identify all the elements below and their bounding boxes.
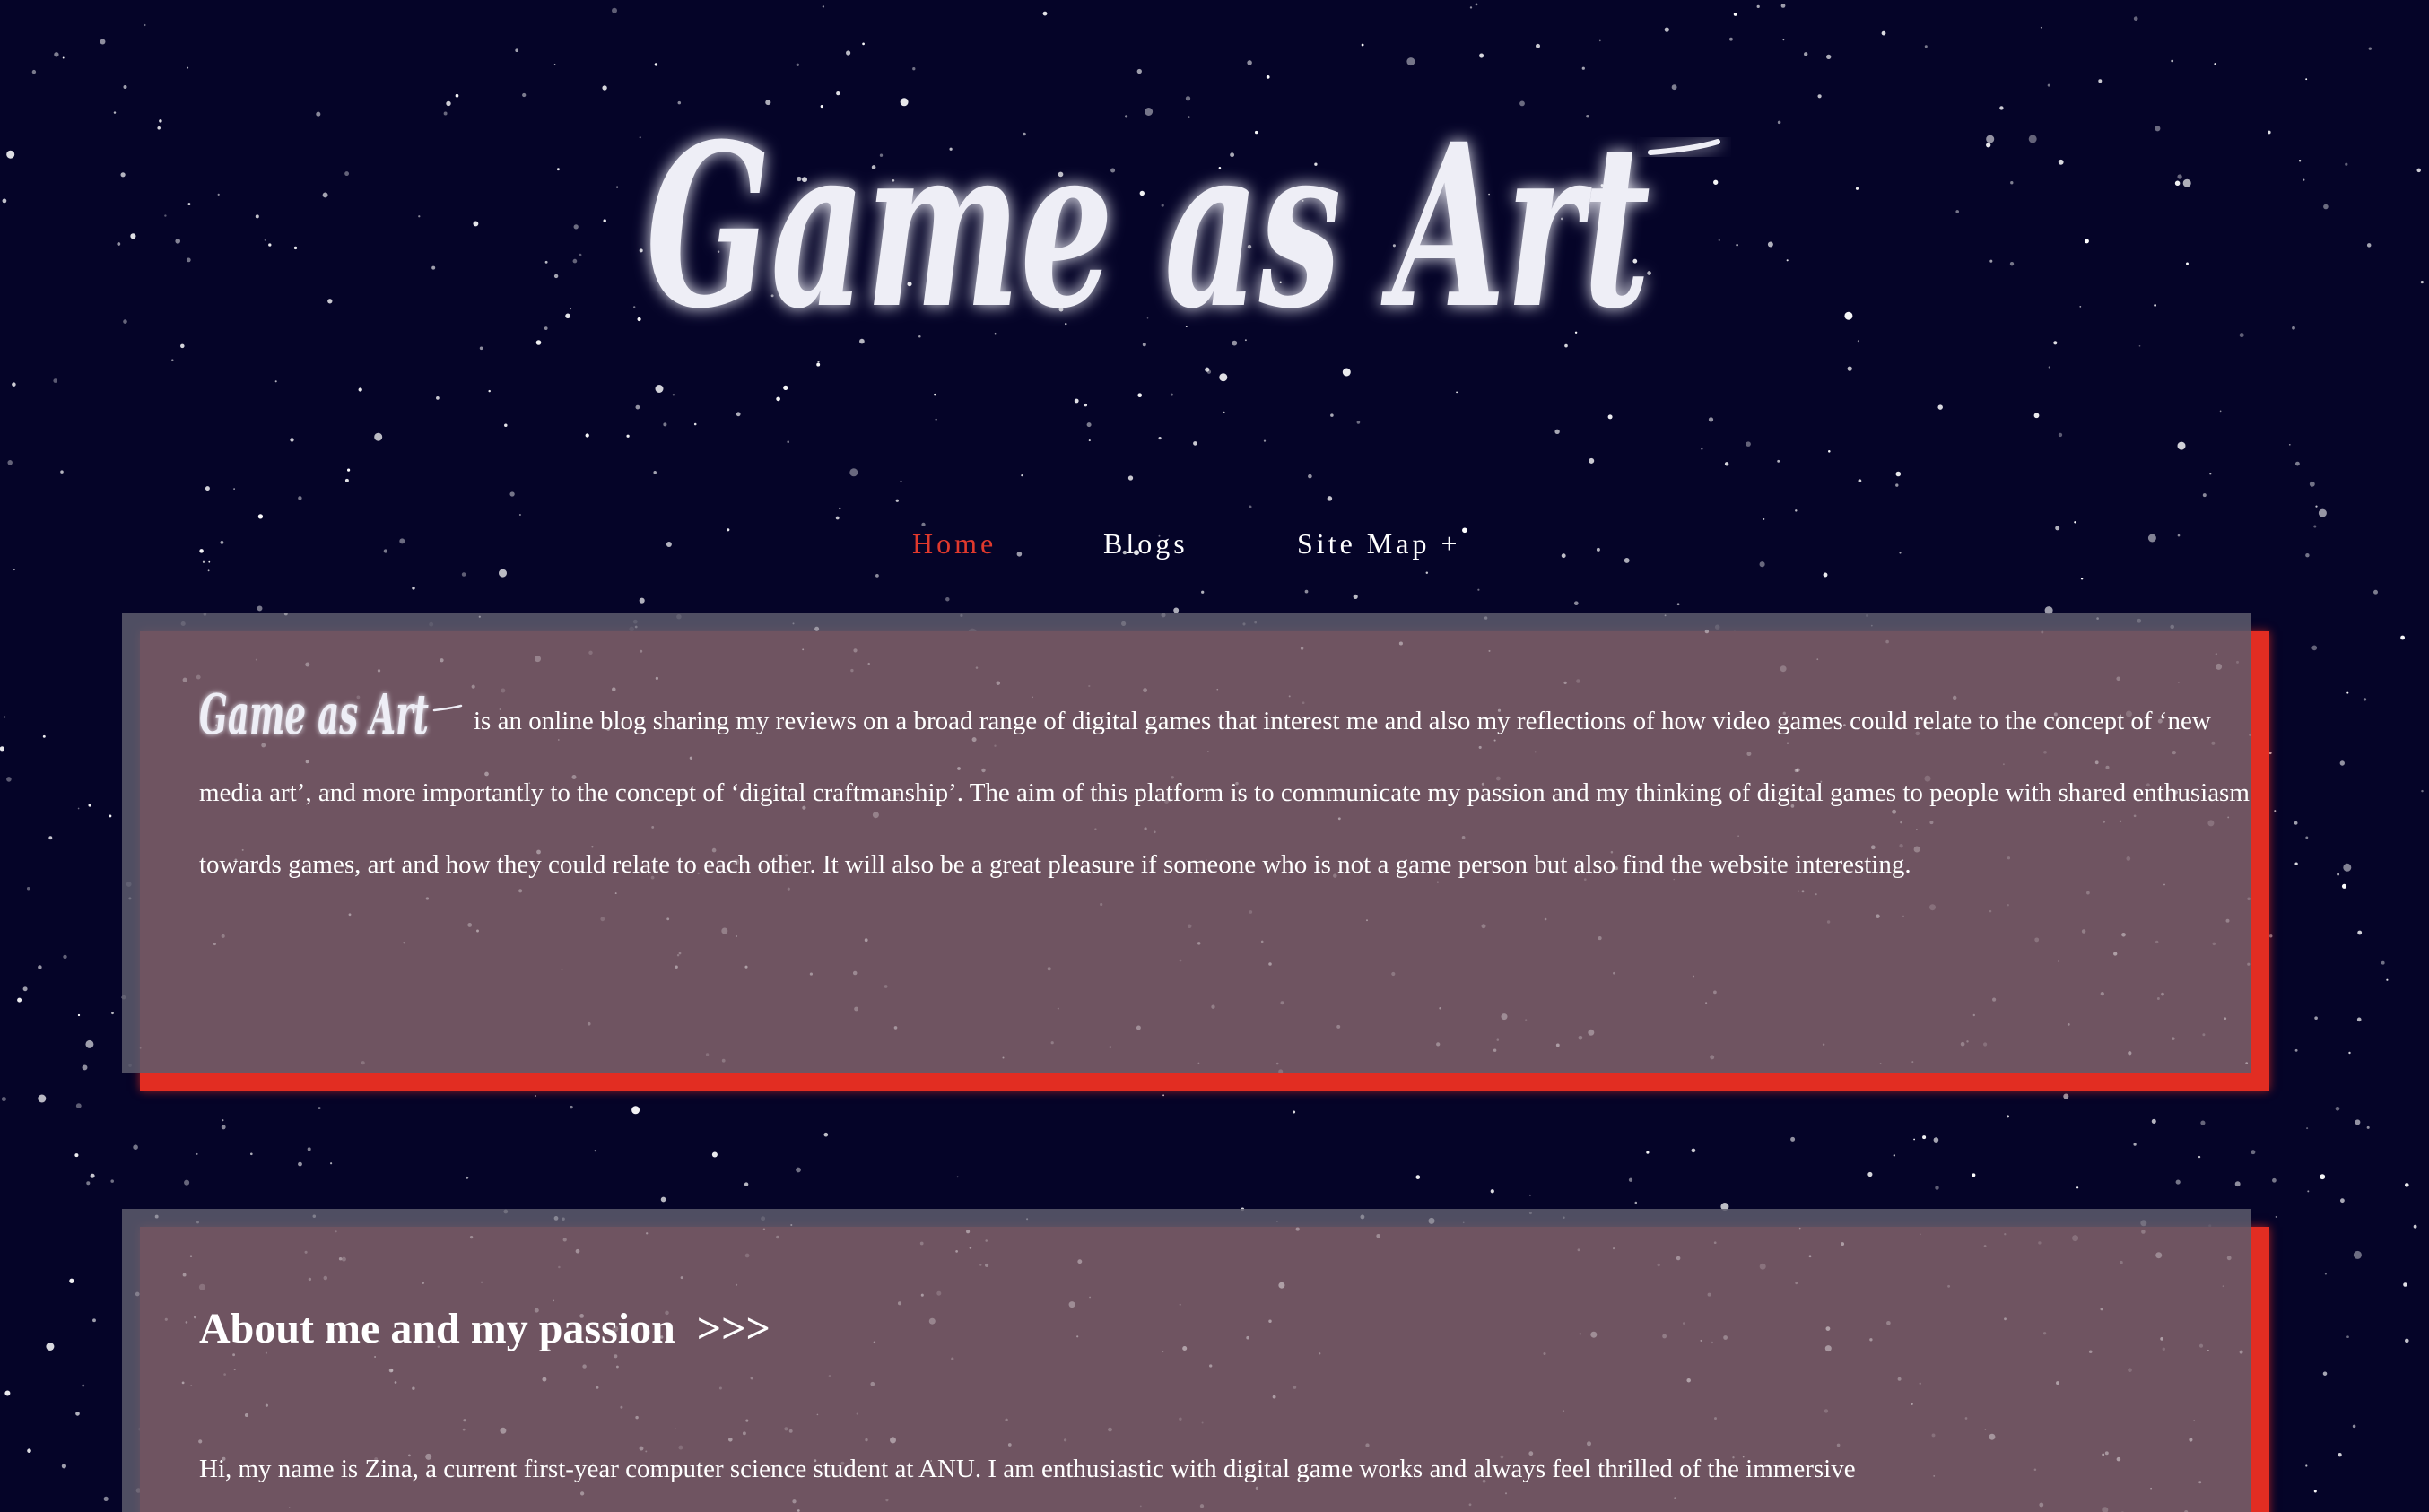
logo-wordmark: Game as Art (646, 94, 1650, 358)
intro-card: Game as Art is an online blog sharing my… (122, 613, 2251, 1073)
nav-home-link[interactable]: Home (912, 527, 997, 560)
inline-logo-wordmark: Game as Art (199, 682, 429, 747)
about-heading: About me and my passion >>> (199, 1304, 770, 1353)
about-heading-text: About me and my passion (199, 1305, 675, 1352)
site-logo[interactable]: Game as Art (628, 63, 1740, 386)
main-navigation: Home Blogs Site Map + (0, 527, 2429, 567)
inline-logo: Game as Art (199, 682, 474, 757)
intro-text: is an online blog sharing my reviews on … (199, 707, 2251, 879)
nav-site-map-link[interactable]: Site Map + (1297, 527, 1460, 560)
intro-paragraph: Game as Art is an online blog sharing my… (199, 682, 2251, 900)
about-paragraph: Hi, my name is Zina, a current first-yea… (199, 1455, 1856, 1483)
nav-blogs-link[interactable]: Blogs (1103, 527, 1188, 560)
about-card: About me and my passion >>> Hi, my name i… (122, 1209, 2251, 1512)
about-heading-arrows: >>> (696, 1305, 770, 1352)
